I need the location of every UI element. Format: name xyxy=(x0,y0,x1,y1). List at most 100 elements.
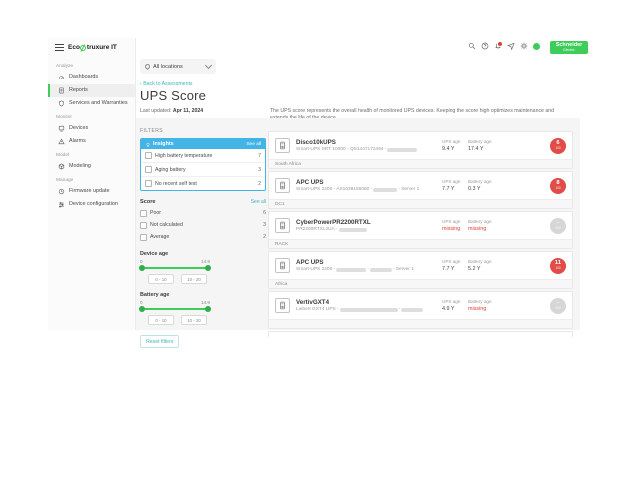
reset-filters-button[interactable]: Reset filters xyxy=(140,335,179,348)
device-card[interactable]: APC UPS Smart-UPS 2200 - - - Server 1 UP… xyxy=(268,251,573,289)
ups-age-value: 7.7 Y xyxy=(442,186,468,192)
device-name[interactable]: APC UPS xyxy=(296,179,442,186)
sidebar-item-label: Devices xyxy=(69,125,88,131)
sidebar-item-alarms[interactable]: Alarms xyxy=(48,135,135,148)
feedback-icon[interactable] xyxy=(507,42,515,50)
sidebar-section-label: Manage xyxy=(48,173,135,185)
checkbox[interactable] xyxy=(145,180,152,187)
lightbulb-icon xyxy=(145,138,151,153)
notifications-icon[interactable] xyxy=(494,42,502,50)
device-card[interactable]: VertivGXT4 Liebert GXT4 UPS - - UPS age … xyxy=(268,291,573,329)
battery-age-label: Battery age xyxy=(468,299,494,304)
range-input[interactable]: 10 - 20 xyxy=(181,315,207,325)
search-icon[interactable] xyxy=(468,42,476,50)
range-input[interactable]: 10 - 20 xyxy=(181,274,207,284)
checkbox[interactable] xyxy=(145,166,152,173)
device-name[interactable]: Disco10kUPS xyxy=(296,139,442,146)
schneider-electric-button[interactable]: Schneider Electric xyxy=(550,41,588,54)
menu-icon[interactable] xyxy=(55,44,64,51)
score-badge[interactable]: - 100 xyxy=(550,298,566,314)
sidebar-item-device-configuration[interactable]: Device configuration xyxy=(48,198,135,211)
redacted-text xyxy=(340,308,398,312)
checkbox[interactable] xyxy=(140,210,147,217)
slider-handle-min[interactable] xyxy=(139,265,145,271)
filter-checkbox-row[interactable]: Aging battery 3 xyxy=(141,162,265,176)
filter-checkbox-row[interactable]: Average 2 xyxy=(140,231,266,243)
slider-handle-min[interactable] xyxy=(139,306,145,312)
battery-age-label: Battery age xyxy=(468,219,494,224)
score-filter-title: Score xyxy=(140,199,251,205)
settings-icon[interactable] xyxy=(520,42,528,50)
range-slider[interactable] xyxy=(140,264,210,271)
slider-track xyxy=(140,267,210,269)
filter-checkbox-row[interactable]: Poor 6 xyxy=(140,207,266,219)
battery-age-label: Battery age xyxy=(468,179,494,184)
score-badge[interactable]: 11 100 xyxy=(550,258,566,274)
warranty-icon xyxy=(58,100,65,107)
redacted-text xyxy=(370,268,392,272)
score-see-all-link[interactable]: See all xyxy=(251,199,266,205)
battery-age-label: Battery age xyxy=(468,139,494,144)
device-card[interactable]: APC UPS Smart-UPS 2200 - AS1639156080 - … xyxy=(268,171,573,209)
slider-handle-max[interactable] xyxy=(205,306,211,312)
sidebar-item-devices[interactable]: Devices xyxy=(48,122,135,135)
device-list: Disco10kUPS Smart-UPS SRT 10000 - QS1447… xyxy=(268,131,573,337)
last-updated: Last updated: Apr 11, 2024 xyxy=(140,108,203,114)
logo-suffix: truxure IT xyxy=(87,44,117,51)
filter-label: High battery temperature xyxy=(155,153,255,159)
score-badge[interactable]: - 100 xyxy=(550,218,566,234)
device-name[interactable]: APC UPS xyxy=(296,259,442,266)
device-card[interactable]: Disco10kUPS Smart-UPS SRT 10000 - QS1447… xyxy=(268,131,573,169)
ups-age-value: 4.9 Y xyxy=(442,306,468,312)
score-badge[interactable]: 6 100 xyxy=(550,138,566,154)
range-input[interactable]: 0 - 10 xyxy=(148,274,174,284)
notification-badge xyxy=(497,41,503,47)
slider-title: Device age xyxy=(140,251,266,257)
filter-checkbox-row[interactable]: No recent self test 2 xyxy=(141,176,265,190)
device-card[interactable]: CyberPowerPR2200RTXL PR2200RTXL2UA - UPS… xyxy=(268,211,573,249)
device-age-slider-block: Device age 0 14.9 0 - 1010 - 20 xyxy=(140,251,266,284)
checkbox[interactable] xyxy=(145,152,152,159)
subtitle-text: PR2200RTXL2UA - xyxy=(296,227,338,232)
sidebar-section-label: Model xyxy=(48,148,135,160)
device-location: RACK xyxy=(269,239,572,248)
score-badge[interactable]: 8 100 xyxy=(550,178,566,194)
battery-age-value: missing xyxy=(468,306,494,312)
filter-count: 2 xyxy=(258,181,261,187)
avatar-icon[interactable] xyxy=(533,43,540,50)
range-input[interactable]: 0 - 10 xyxy=(148,315,174,325)
subtitle-text: - xyxy=(367,267,369,272)
page-title: UPS Score xyxy=(140,88,206,103)
filter-checkbox-row[interactable]: Not calculated 3 xyxy=(140,219,266,231)
help-icon[interactable] xyxy=(481,42,489,50)
alarm-icon xyxy=(58,138,65,145)
sidebar-item-dashboards[interactable]: Dashboards xyxy=(48,71,135,84)
redacted-text xyxy=(387,148,417,152)
sidebar-item-reports[interactable]: Reports xyxy=(48,84,135,97)
sidebar-item-label: Dashboards xyxy=(69,74,98,80)
device-name[interactable]: CyberPowerPR2200RTXL xyxy=(296,219,442,226)
redacted-text xyxy=(336,268,366,272)
checkbox[interactable] xyxy=(140,234,147,241)
location-selector[interactable]: All locations xyxy=(140,59,216,74)
back-to-assessments-link[interactable]: ‹ Back to Assessments xyxy=(140,81,193,87)
sidebar-item-modeling[interactable]: Modeling xyxy=(48,160,135,173)
score-rows: Poor 6 Not calculated 3 Average 2 xyxy=(140,207,266,243)
slider-title: Battery age xyxy=(140,292,266,298)
insights-see-all-link[interactable]: See all xyxy=(246,142,261,147)
filter-checkbox-row[interactable]: High battery temperature 7 xyxy=(141,149,265,162)
ecostruxure-it-app: Ecotruxure IT Analyze Dashboards Reports… xyxy=(48,38,588,330)
range-slider[interactable] xyxy=(140,305,210,312)
ups-device-icon xyxy=(275,258,290,273)
sidebar: Ecotruxure IT Analyze Dashboards Reports… xyxy=(48,38,136,330)
ups-device-icon xyxy=(275,298,290,313)
device-name[interactable]: VertivGXT4 xyxy=(296,299,442,306)
sidebar-item-firmware-update[interactable]: Firmware update xyxy=(48,185,135,198)
slider-handle-max[interactable] xyxy=(205,265,211,271)
checkbox[interactable] xyxy=(140,222,147,229)
ups-device-icon xyxy=(275,218,290,233)
insights-header[interactable]: Insights See all xyxy=(141,139,265,149)
ups-device-icon xyxy=(275,138,290,153)
sidebar-item-services-and-warranties[interactable]: Services and Warranties xyxy=(48,97,135,110)
slider-track xyxy=(140,308,210,310)
